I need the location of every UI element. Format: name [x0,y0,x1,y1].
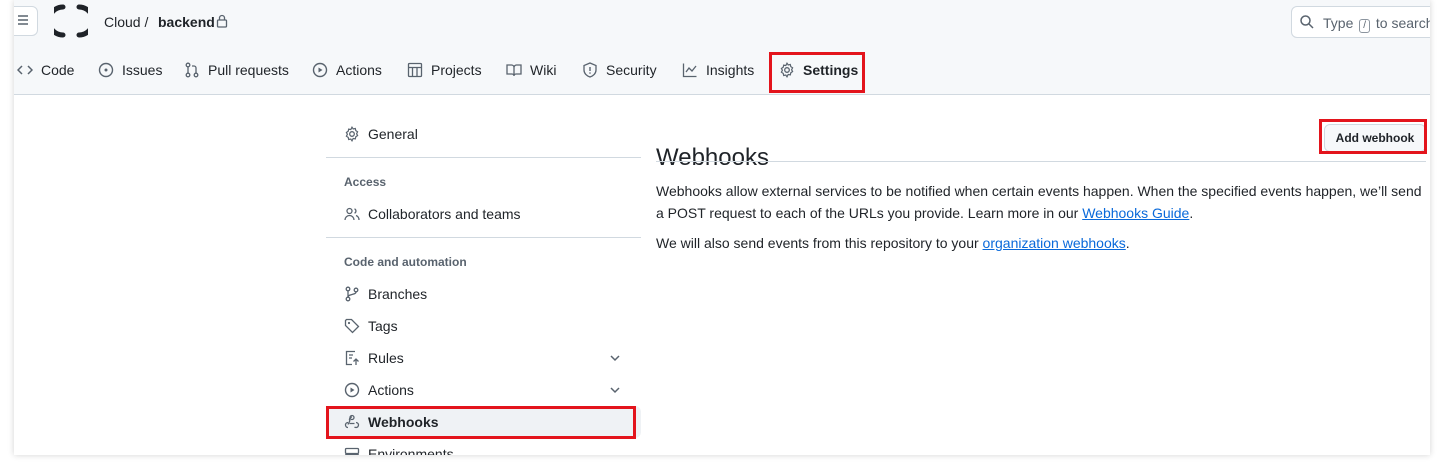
sidebar-item-webhooks[interactable]: Webhooks [326,406,641,438]
sidebar-item-tags[interactable]: Tags [326,310,641,342]
tab-security[interactable]: Security [582,52,657,88]
book-icon [506,64,522,77]
webhooks-description: Webhooks allow external services to be n… [656,180,1430,254]
branch-icon [345,286,359,302]
sidebar-item-general[interactable]: General [326,118,641,150]
sidebar-item-label: General [368,126,418,142]
shield-icon [583,62,597,78]
tab-wiki[interactable]: Wiki [506,52,556,88]
sidebar-item-label: Webhooks [368,414,439,430]
browser-frame: Cloud / backend Type / to search Code Is… [14,0,1430,455]
page-title: Webhooks [656,143,769,171]
chevron-down-icon[interactable] [609,352,621,364]
repo-header: Cloud / backend Type / to search Code Is… [14,0,1430,95]
description-paragraph: Webhooks allow external services to be n… [656,183,1422,221]
webhook-icon [344,414,360,429]
gear-icon [780,62,794,78]
issue-icon [98,62,114,78]
server-icon [344,447,360,455]
tab-code[interactable]: Code [17,52,74,88]
gear-icon [345,126,359,142]
sidebar-item-actions[interactable]: Actions [326,374,641,406]
pull-request-icon [185,62,199,78]
tab-issues[interactable]: Issues [98,52,162,88]
code-icon [17,65,33,75]
tab-settings-label: Settings [803,62,859,78]
menu-button[interactable] [14,6,38,36]
tab-insights[interactable]: Insights [682,52,754,88]
search-icon [1300,15,1314,29]
sidebar-item-rules[interactable]: Rules [326,342,641,374]
tab-actions[interactable]: Actions [312,52,382,88]
sidebar-item-label: Collaborators and teams [368,206,521,222]
search-placeholder: Type / to search [1323,15,1430,33]
description-paragraph: We will also send events from this repos… [656,235,1130,251]
github-logo-icon[interactable] [54,4,88,38]
tab-issues-label: Issues [122,62,163,78]
sidebar-item-label: Actions [368,382,414,398]
play-icon [344,382,360,398]
breadcrumb-repo[interactable]: backend [158,14,215,30]
sidebar-item-label: Tags [368,318,398,334]
tab-actions-label: Actions [336,62,382,78]
tab-security-label: Security [606,62,657,78]
table-icon [407,62,423,78]
sidebar-item-label: Environments [368,446,454,455]
sidebar-item-environments[interactable]: Environments [326,438,641,455]
tab-code-label: Code [41,62,75,78]
search-shortcut-key: / [1359,19,1371,33]
search-input[interactable]: Type / to search [1291,6,1430,38]
tab-settings[interactable]: Settings [779,52,858,88]
sidebar-item-label: Branches [368,286,428,302]
lock-icon [216,14,228,28]
selected-indicator [326,410,329,434]
tab-pull-requests[interactable]: Pull requests [184,52,289,88]
graph-icon [682,63,697,78]
sidebar-item-collaborators[interactable]: Collaborators and teams [326,198,641,230]
section-heading-access: Access [344,175,387,189]
webhooks-guide-link[interactable]: Webhooks Guide [1082,205,1189,221]
sidebar-item-branches[interactable]: Branches [326,278,641,310]
sidebar-divider [326,157,641,158]
tab-projects[interactable]: Projects [407,52,482,88]
tab-insights-label: Insights [706,62,755,78]
tab-projects-label: Projects [431,62,482,78]
sidebar-divider [326,237,641,238]
people-icon [344,207,360,221]
rules-icon [345,350,359,366]
tab-wiki-label: Wiki [530,62,557,78]
add-webhook-button[interactable]: Add webhook [1324,124,1426,152]
chevron-down-icon[interactable] [609,384,621,396]
hamburger-icon [18,15,28,25]
section-heading-code-automation: Code and automation [344,255,467,269]
sidebar-item-label: Rules [368,350,404,366]
breadcrumb-owner[interactable]: Cloud / [104,14,148,30]
title-divider [656,161,1426,162]
tab-pull-requests-label: Pull requests [208,62,289,78]
play-icon [312,62,328,78]
organization-webhooks-link[interactable]: organization webhooks [983,235,1126,251]
tag-icon [344,318,360,334]
